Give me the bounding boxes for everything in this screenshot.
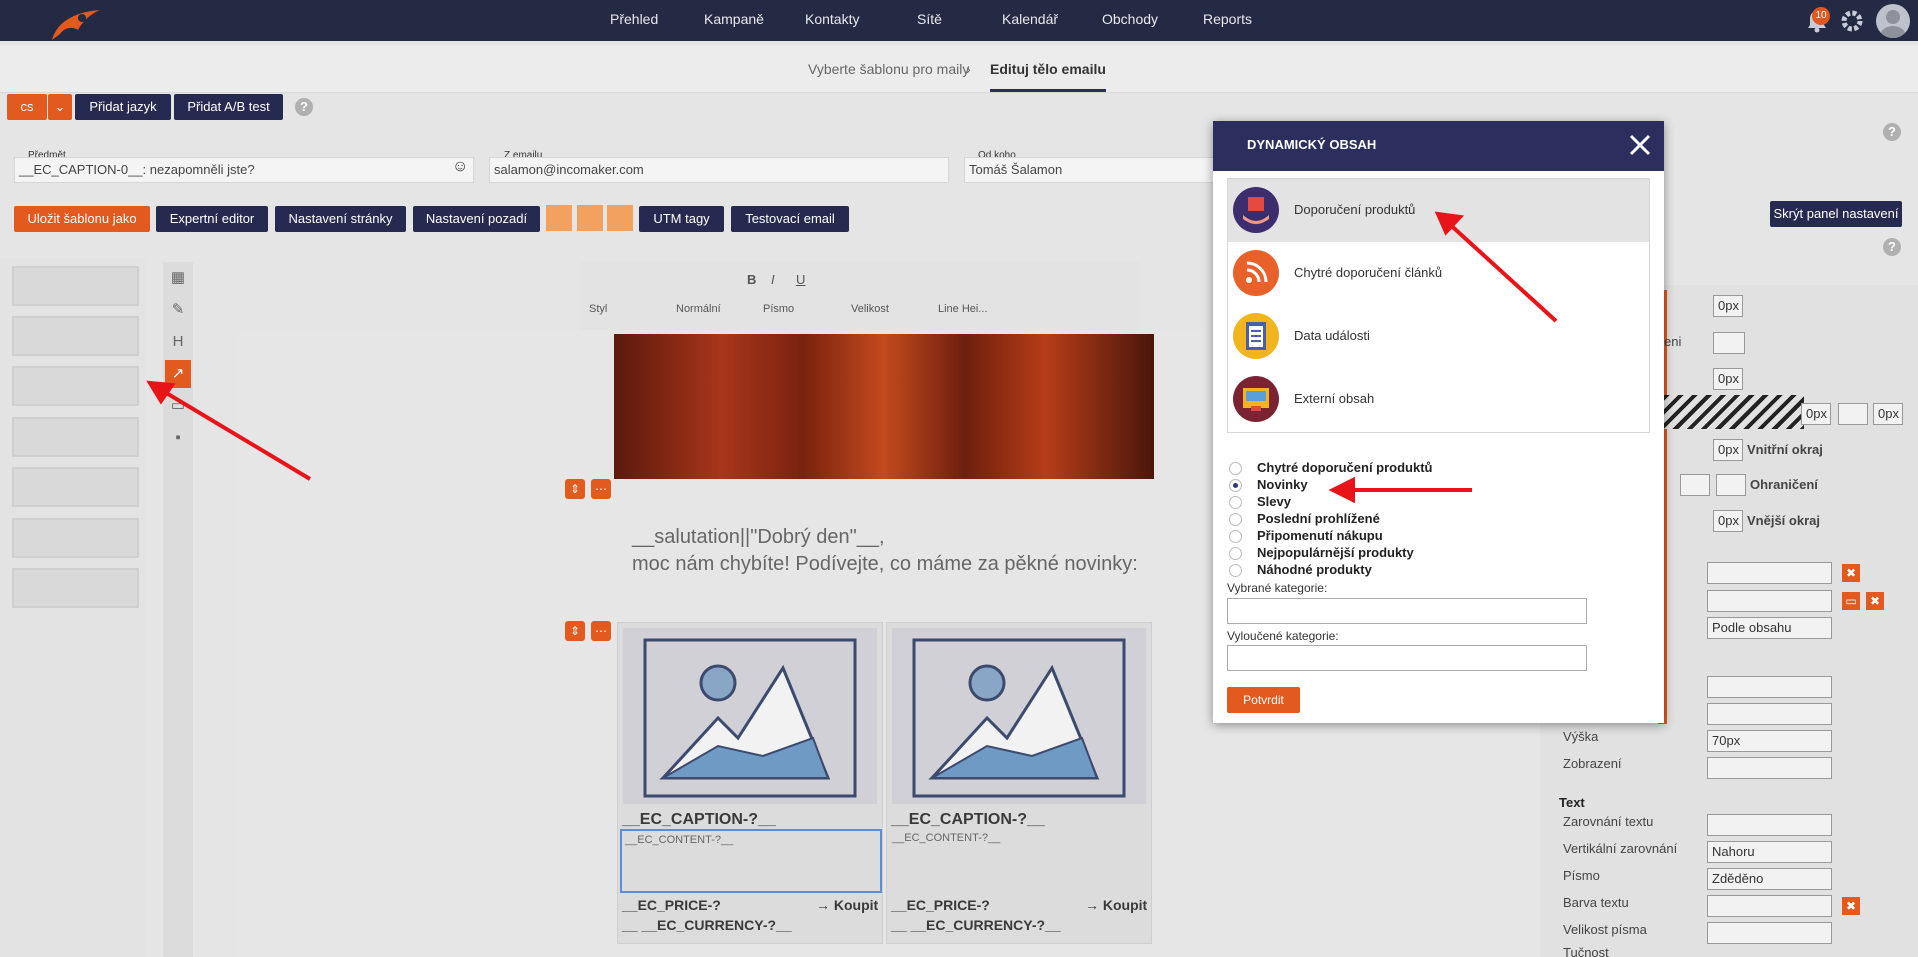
annotation-arrows <box>146 211 1558 504</box>
